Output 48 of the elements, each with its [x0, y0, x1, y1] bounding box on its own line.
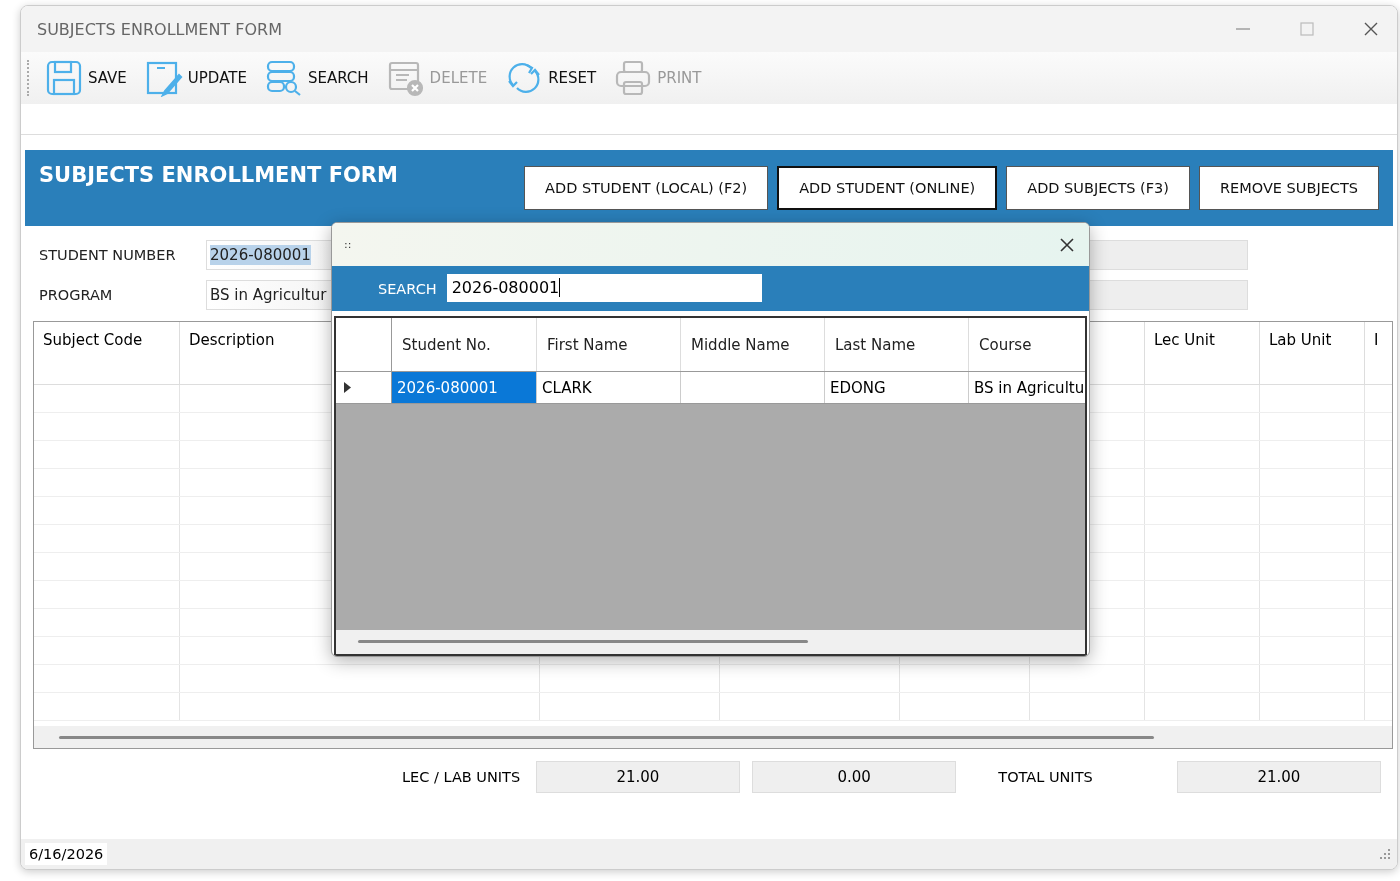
status-date: 6/16/2026	[25, 843, 108, 865]
action-button[interactable]: ADD SUBJECTS (F3)	[1006, 166, 1190, 210]
column-header[interactable]: Last Name	[835, 335, 916, 354]
printer-icon	[614, 59, 653, 97]
window-title: SUBJECTS ENROLLMENT FORM	[37, 19, 282, 39]
floppy-icon	[45, 59, 83, 97]
action-button[interactable]: ADD STUDENT (ONLINE)	[777, 166, 998, 210]
column-header[interactable]: Course	[979, 335, 1032, 354]
toolbar-button[interactable]: UPDATE	[142, 59, 249, 97]
column-header[interactable]: Subject Code	[43, 331, 143, 349]
table-cell[interactable]: CLARK	[537, 372, 681, 403]
close-icon[interactable]	[1059, 236, 1075, 253]
current-row-icon	[344, 382, 351, 393]
pencil-note-icon	[144, 59, 183, 97]
calendar-x-icon	[386, 59, 425, 97]
resize-grip-icon[interactable]	[1379, 848, 1391, 860]
toolbar-button[interactable]: SAVE	[43, 59, 129, 97]
lec-units-value: 21.00	[535, 761, 741, 793]
units-label: LEC / LAB UNITS	[402, 769, 522, 785]
field-label: PROGRAM	[39, 287, 114, 303]
database-search-icon	[264, 59, 303, 97]
field-value: BS in Agricultur	[210, 285, 327, 305]
lab-units-value: 0.00	[752, 761, 957, 793]
action-button[interactable]: ADD STUDENT (LOCAL) (F2)	[524, 166, 769, 210]
horizontal-scrollbar[interactable]	[336, 630, 1085, 654]
column-header[interactable]: First Name	[547, 335, 628, 354]
form-title: SUBJECTS ENROLLMENT FORM	[39, 163, 398, 189]
column-header[interactable]: Middle Name	[691, 335, 790, 354]
search-field[interactable]: 2026-080001	[446, 273, 762, 304]
column-header[interactable]: Lab Unit	[1269, 331, 1332, 349]
table-cell[interactable]: BS in Agricultu	[969, 372, 1085, 403]
close-icon[interactable]	[1363, 21, 1379, 37]
toolbar-button[interactable]: SEARCH	[262, 59, 371, 97]
total-units-label: TOTAL UNITS	[997, 769, 1094, 785]
search-label: SEARCH	[378, 280, 437, 297]
table-cell[interactable]: 2026-080001	[392, 372, 537, 403]
field-label: STUDENT NUMBER	[39, 247, 177, 263]
column-header[interactable]: Lec Unit	[1154, 331, 1215, 349]
column-header[interactable]: Student No.	[402, 335, 491, 354]
column-header[interactable]: Description	[189, 331, 275, 349]
total-units-value: 21.00	[1176, 761, 1381, 793]
field-value: 2026-080001	[210, 245, 311, 265]
column-header[interactable]: I	[1374, 331, 1379, 349]
horizontal-scrollbar[interactable]	[34, 726, 1392, 748]
table-cell[interactable]: EDONG	[825, 372, 969, 403]
drag-handle[interactable]: ::	[344, 238, 352, 251]
toolbar-button[interactable]: RESET	[503, 59, 599, 97]
action-button[interactable]: REMOVE SUBJECTS	[1199, 166, 1379, 210]
